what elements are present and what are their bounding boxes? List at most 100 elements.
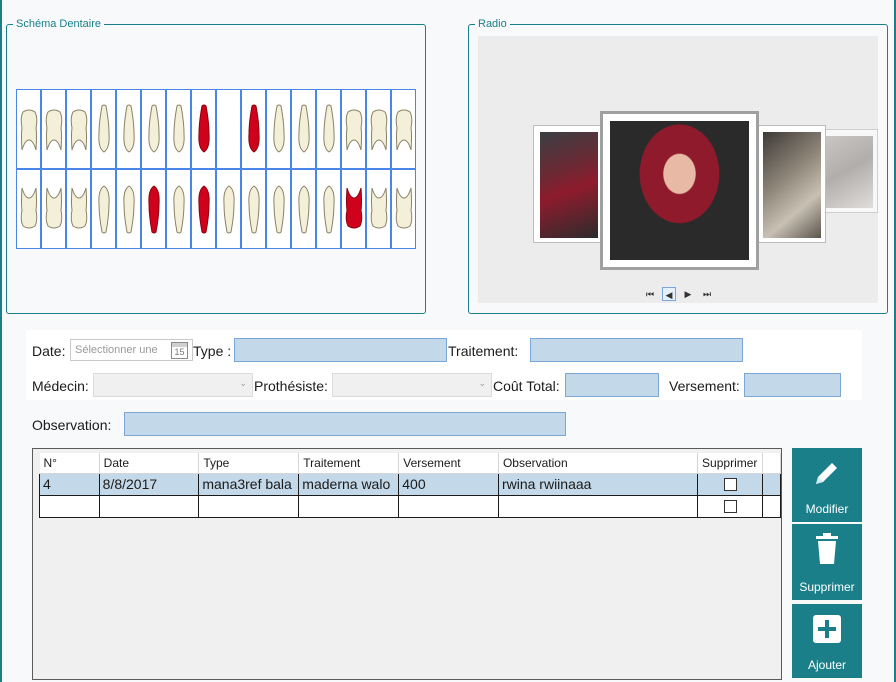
cell-versement[interactable] [398,494,499,518]
radio-thumbnail-right[interactable] [756,125,826,243]
cell-n[interactable] [39,494,100,518]
ajouter-button[interactable]: Ajouter [792,604,862,678]
radio-first-button[interactable]: ⏮ [643,287,657,301]
column-header-type[interactable]: Type [198,453,300,474]
cout-total-input[interactable] [565,373,659,397]
type-input[interactable] [234,338,447,362]
tooth-cell[interactable] [66,169,91,249]
column-header-observation[interactable]: Observation [498,453,699,474]
versement-input[interactable] [744,373,841,397]
tooth-cell[interactable] [266,89,291,169]
tooth-cell[interactable] [166,89,191,169]
column-header-supprimer[interactable]: Supprimer [697,453,764,474]
tooth-cell[interactable] [341,169,366,249]
versement-label: Versement: [669,378,740,394]
schema-dentaire-group: Schéma Dentaire [6,17,426,314]
tooth-cell[interactable] [291,169,316,249]
tooth-cell[interactable] [366,169,391,249]
supprimer-checkbox[interactable] [723,499,737,513]
radio-group: Radio ⏮ ◀ ▶ ⏭ [468,17,888,314]
tooth-cell[interactable] [41,89,66,169]
tooth-cell[interactable] [116,89,141,169]
radio-legend: Radio [475,17,510,31]
traitement-label: Traitement: [448,343,519,359]
tooth-cell[interactable] [216,89,241,169]
table-row[interactable]: 4 8/8/2017 mana3ref bala maderna walo 40… [39,472,781,496]
cout-total-label: Coût Total: [493,378,560,394]
cell-date[interactable] [98,494,200,518]
tooth-cell[interactable] [166,169,191,249]
chevron-down-icon: ⌄ [239,378,247,388]
trash-icon [792,532,862,566]
cell-type[interactable]: mana3ref bala [198,472,300,496]
radio-carousel[interactable]: ⏮ ◀ ▶ ⏭ [478,36,878,303]
tooth-cell[interactable] [291,89,316,169]
tooth-cell[interactable] [191,169,216,249]
observation-input[interactable] [124,412,566,436]
chevron-down-icon: ⌄ [478,378,486,388]
tooth-cell[interactable] [341,89,366,169]
radio-prev-button[interactable]: ◀ [662,287,676,301]
tooth-cell[interactable] [266,169,291,249]
tooth-cell[interactable] [391,89,416,169]
cell-type[interactable] [198,494,300,518]
cell-observation[interactable]: rwina rwiinaaa [497,472,699,496]
cell-observation[interactable] [497,494,699,518]
tooth-cell[interactable] [241,169,266,249]
treatments-grid[interactable]: N° Date Type Traitement Versement Observ… [32,448,782,680]
supprimer-checkbox[interactable] [723,477,737,491]
modifier-button-label: Modifier [805,502,849,516]
tooth-cell[interactable] [316,169,341,249]
ajouter-button-label: Ajouter [807,658,847,672]
tooth-cell[interactable] [16,169,41,249]
tooth-cell[interactable] [91,89,116,169]
column-header-traitement[interactable]: Traitement [298,453,400,474]
add-icon [792,612,862,646]
date-picker[interactable]: Sélectionner une 15 [70,339,193,361]
cell-n[interactable]: 4 [39,472,100,496]
radio-last-button[interactable]: ⏭ [700,287,714,301]
tooth-cell[interactable] [16,89,41,169]
tooth-cell[interactable] [216,169,241,249]
tooth-cell[interactable] [66,89,91,169]
calendar-icon[interactable]: 15 [171,342,188,359]
tooth-cell[interactable] [191,89,216,169]
tooth-cell[interactable] [366,89,391,169]
column-header-date[interactable]: Date [99,453,200,474]
radio-thumbnail-left[interactable] [533,125,603,243]
observation-label: Observation: [32,417,112,433]
prothesiste-label: Prothésiste: [254,378,328,394]
prothesiste-select[interactable]: ⌄ [332,373,492,397]
supprimer-button[interactable]: Supprimer [792,524,862,600]
radio-main-image[interactable] [600,111,759,270]
tooth-cell[interactable] [316,89,341,169]
tooth-cell[interactable] [41,169,66,249]
cell-date[interactable]: 8/8/2017 [98,472,200,496]
tooth-cell[interactable] [241,89,266,169]
column-header-n[interactable]: N° [39,453,100,474]
date-label: Date: [32,343,66,359]
table-row-new[interactable] [39,494,781,518]
cell-traitement[interactable] [298,494,400,518]
supprimer-button-label: Supprimer [799,580,855,594]
tooth-cell[interactable] [391,169,416,249]
tooth-cell[interactable] [141,89,166,169]
traitement-input[interactable] [530,338,743,362]
column-header-versement[interactable]: Versement [398,453,499,474]
tooth-cell[interactable] [141,169,166,249]
modifier-button[interactable]: Modifier [792,448,862,522]
cell-versement[interactable]: 400 [398,472,499,496]
tooth-cell[interactable] [116,169,141,249]
column-header-filler [762,453,781,474]
radio-next-button[interactable]: ▶ [681,287,695,301]
tooth-cell[interactable] [91,169,116,249]
schema-dentaire-legend: Schéma Dentaire [13,17,104,31]
medecin-select[interactable]: ⌄ [93,373,253,397]
cell-traitement[interactable]: maderna walo [298,472,400,496]
cell-supprimer [697,472,764,496]
type-label: Type : [193,343,232,359]
cell-filler [762,472,781,496]
tooth-chart [16,89,417,249]
medecin-label: Médecin: [32,378,89,394]
cell-filler [762,494,781,518]
